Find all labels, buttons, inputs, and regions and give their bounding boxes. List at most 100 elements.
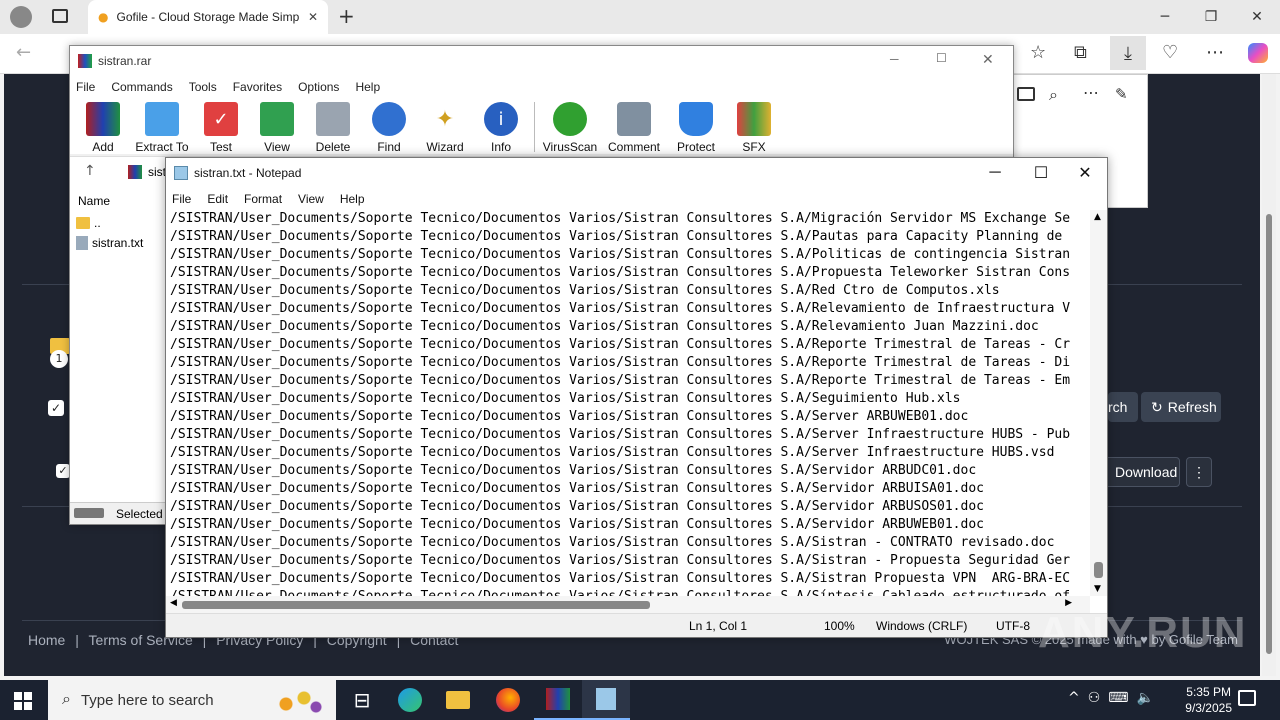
meet-icon[interactable]: ⚇: [1088, 690, 1109, 706]
winrar-menu-options[interactable]: Options: [298, 80, 339, 94]
refresh-button[interactable]: ↻ Refresh: [1141, 392, 1221, 422]
new-tab-button[interactable]: +: [338, 4, 355, 28]
footer-link-home[interactable]: Home: [28, 632, 65, 648]
profile-avatar-icon[interactable]: [10, 6, 32, 28]
path-text[interactable]: sist: [148, 165, 166, 179]
search-button[interactable]: rch: [1108, 392, 1138, 422]
tool-test-button[interactable]: ✓ Test: [194, 102, 248, 154]
browser-close-button[interactable]: ✕: [1234, 0, 1280, 34]
footer-separator: |: [75, 632, 79, 648]
scroll-right-arrow-icon[interactable]: ▶: [1065, 598, 1072, 608]
browser-maximize-button[interactable]: ❐: [1188, 0, 1234, 34]
tool-label: View: [264, 140, 290, 154]
comment-icon: [617, 102, 651, 136]
winrar-menu-favorites[interactable]: Favorites: [233, 80, 282, 94]
line-ending: Windows (CRLF): [876, 619, 968, 633]
list-item[interactable]: ..: [76, 216, 101, 230]
notepad-text-line: /SISTRAN/User_Documents/Soporte Tecnico/…: [170, 499, 984, 514]
more-menu-icon[interactable]: ⋯: [1206, 42, 1224, 63]
network-icon[interactable]: ⌨: [1108, 690, 1136, 706]
tool-find-button[interactable]: Find: [362, 102, 416, 154]
start-windows-icon[interactable]: [14, 692, 32, 710]
winrar-menu-file[interactable]: File: [76, 80, 95, 94]
browser-tab-gofile[interactable]: ● Gofile - Cloud Storage Made Simp ✕: [88, 0, 328, 34]
tool-view-button[interactable]: View: [250, 102, 304, 154]
notepad-minimize-button[interactable]: ─: [972, 158, 1018, 188]
winrar-menu-commands[interactable]: Commands: [111, 80, 172, 94]
scrollbar-thumb[interactable]: [1266, 214, 1272, 654]
test-clipboard-icon: ✓: [204, 102, 238, 136]
info-icon: i: [484, 102, 518, 136]
tool-extract-button[interactable]: Extract To: [132, 102, 192, 154]
scroll-left-arrow-icon[interactable]: ◀: [170, 598, 177, 608]
notepad-close-button[interactable]: ✕: [1062, 158, 1108, 188]
browser-minimize-button[interactable]: ─: [1142, 0, 1188, 34]
winrar-taskbar-icon[interactable]: [534, 680, 582, 720]
tool-label: SFX: [742, 140, 766, 154]
scroll-down-arrow-icon[interactable]: ▼: [1094, 584, 1101, 594]
row-checkbox[interactable]: ✓: [56, 464, 70, 478]
favorites-star-icon[interactable]: ☆: [1030, 42, 1046, 63]
winrar-menu-help[interactable]: Help: [355, 80, 380, 94]
notepad-menu-view[interactable]: View: [298, 192, 324, 206]
scrollbar-thumb[interactable]: [182, 601, 650, 609]
notepad-menu-file[interactable]: File: [172, 192, 191, 206]
list-item[interactable]: sistran.txt: [76, 236, 143, 250]
search-downloads-icon[interactable]: ⌕: [1049, 85, 1058, 105]
search-button-label: rch: [1108, 399, 1128, 415]
tab-actions-icon[interactable]: [52, 9, 68, 23]
tool-protect-button[interactable]: Protect: [667, 102, 725, 154]
notepad-vertical-scrollbar[interactable]: ▲ ▼: [1090, 210, 1107, 596]
notepad-text-line: /SISTRAN/User_Documents/Soporte Tecnico/…: [170, 319, 1039, 334]
column-header-name[interactable]: Name: [78, 194, 110, 208]
collections-icon[interactable]: ⧉: [1074, 42, 1087, 63]
notepad-menu-format[interactable]: Format: [244, 192, 282, 206]
show-hidden-icons-chevron-icon[interactable]: ^: [1068, 690, 1088, 706]
edge-app-icon[interactable]: [386, 680, 434, 720]
downloads-icon[interactable]: ⤓: [1110, 36, 1146, 70]
more-options-button[interactable]: ⋮: [1186, 457, 1212, 487]
winrar-menu-tools[interactable]: Tools: [189, 80, 217, 94]
tool-delete-button[interactable]: Delete: [306, 102, 360, 154]
page-scrollbar[interactable]: [1262, 74, 1276, 676]
notepad-maximize-button[interactable]: ☐: [1018, 158, 1064, 188]
downloads-more-icon[interactable]: ⋯: [1083, 83, 1099, 102]
tool-wizard-button[interactable]: ✦ Wizard: [418, 102, 472, 155]
tool-label: Delete: [315, 140, 351, 154]
notepad-text-area[interactable]: /SISTRAN/User_Documents/Soporte Tecnico/…: [170, 210, 1090, 596]
tab-close-icon[interactable]: ✕: [308, 10, 318, 24]
browser-essentials-icon[interactable]: ♡: [1162, 42, 1178, 63]
select-all-checkbox[interactable]: ✓: [48, 400, 64, 416]
file-explorer-icon[interactable]: [434, 680, 482, 720]
winrar-maximize-button[interactable]: ☐: [936, 51, 947, 65]
taskbar-search-box[interactable]: ⌕ Type here to search: [48, 680, 336, 720]
tool-label: Extract To: [135, 140, 189, 154]
winrar-minimize-button[interactable]: ─: [890, 52, 899, 66]
tool-virusscan-button[interactable]: VirusScan: [539, 102, 601, 154]
download-button[interactable]: Download: [1104, 457, 1180, 487]
notepad-menu-edit[interactable]: Edit: [207, 192, 228, 206]
scrollbar-thumb[interactable]: [1094, 562, 1103, 578]
volume-icon[interactable]: 🔈: [1137, 690, 1162, 706]
tool-sfx-button[interactable]: SFX: [727, 102, 781, 154]
pin-icon[interactable]: ✎: [1115, 85, 1128, 103]
tool-comment-button[interactable]: Comment: [603, 102, 665, 154]
up-folder-icon[interactable]: ↑: [84, 163, 96, 179]
notepad-text-line: /SISTRAN/User_Documents/Soporte Tecnico/…: [170, 517, 984, 532]
notepad-taskbar-icon[interactable]: [582, 680, 630, 720]
taskbar-clock[interactable]: 5:35 PM 9/3/2025: [1185, 684, 1232, 716]
notification-icon[interactable]: [1238, 690, 1256, 706]
scroll-up-arrow-icon[interactable]: ▲: [1094, 212, 1101, 222]
notepad-menu-help[interactable]: Help: [340, 192, 365, 206]
tool-info-button[interactable]: i Info: [474, 102, 528, 154]
open-folder-icon[interactable]: [1017, 87, 1035, 101]
tool-add-button[interactable]: Add: [76, 102, 130, 154]
task-view-icon[interactable]: ⊟: [338, 680, 386, 720]
firefox-icon[interactable]: [484, 680, 532, 720]
notepad-horizontal-scrollbar[interactable]: ◀ ▶: [166, 596, 1090, 613]
winrar-close-button[interactable]: ✕: [982, 51, 994, 68]
notepad-title: sistran.txt - Notepad: [194, 166, 302, 180]
back-icon[interactable]: ←: [16, 42, 31, 63]
copilot-icon[interactable]: [1248, 43, 1268, 63]
notepad-text-line: /SISTRAN/User_Documents/Soporte Tecnico/…: [170, 337, 1071, 352]
